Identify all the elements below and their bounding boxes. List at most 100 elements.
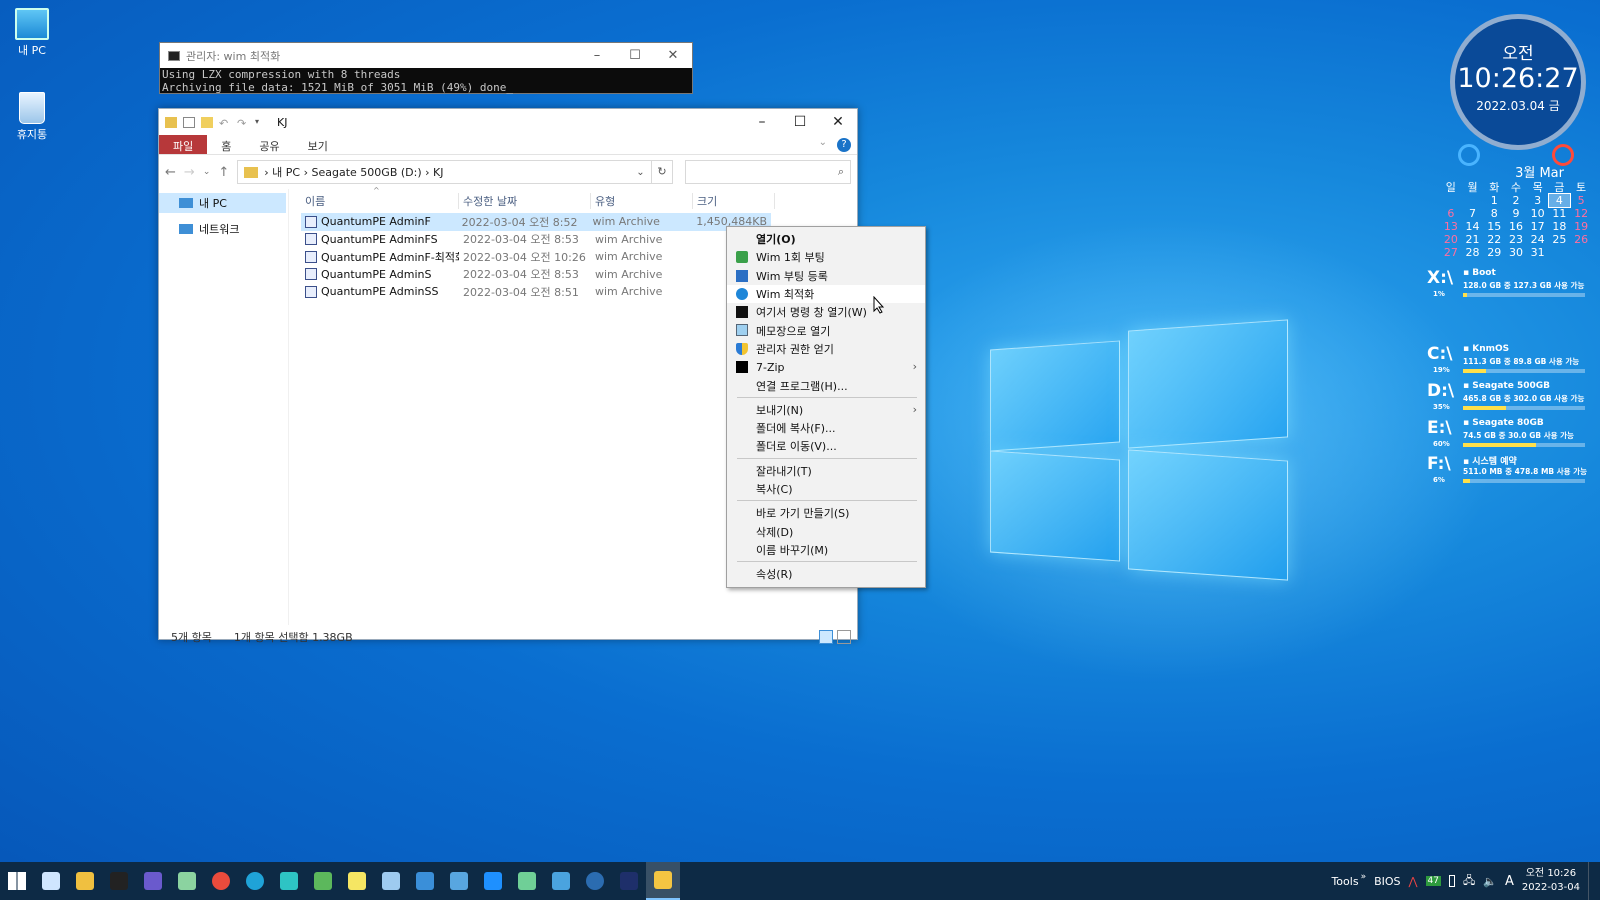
column-type[interactable]: 유형 bbox=[591, 193, 693, 209]
minimize-button[interactable]: – bbox=[578, 48, 616, 63]
menu-item[interactable]: 폴더로 이동(V)... bbox=[727, 437, 925, 455]
calendar-day[interactable]: 23 bbox=[1505, 233, 1527, 246]
taskbar-app-explorer[interactable] bbox=[68, 862, 102, 900]
calendar-day[interactable]: 25 bbox=[1549, 233, 1571, 246]
nav-item-this-pc[interactable]: 내 PC bbox=[159, 193, 286, 213]
taskbar-app-folder-active[interactable] bbox=[646, 862, 680, 900]
menu-item[interactable]: 삭제(D) bbox=[727, 522, 925, 540]
calendar-day[interactable]: 12 bbox=[1570, 207, 1592, 220]
calendar-day[interactable]: 14 bbox=[1462, 220, 1484, 233]
network-icon[interactable]: 🖧 bbox=[1463, 872, 1475, 891]
tab-file[interactable]: 파일 bbox=[159, 135, 208, 154]
calendar-day[interactable]: 6 bbox=[1440, 207, 1462, 220]
console-titlebar[interactable]: 관리자: wim 최적화 – ☐ ✕ bbox=[160, 43, 692, 68]
taskbar-app-device[interactable] bbox=[170, 862, 204, 900]
tab-home[interactable]: 홈 bbox=[207, 135, 245, 154]
back-icon[interactable]: ← bbox=[165, 165, 176, 180]
explorer-titlebar[interactable]: ↶ ↷ ▾ KJ – ☐ ✕ bbox=[159, 109, 857, 135]
menu-item[interactable]: 메모장으로 열기 bbox=[727, 321, 925, 339]
menu-item[interactable]: 폴더에 복사(F)... bbox=[727, 419, 925, 437]
desktop-icon-recycle-bin[interactable]: 휴지통 bbox=[2, 92, 62, 142]
menu-item[interactable]: 관리자 권한 얻기 bbox=[727, 340, 925, 358]
new-folder-icon[interactable] bbox=[201, 116, 213, 128]
network-warning-icon[interactable]: ⋀ bbox=[1409, 875, 1418, 888]
drive-gauge[interactable]: X:\ 1% ▪ Boot 128.0 GB 중 127.3 GB 사용 가능 bbox=[1427, 268, 1587, 304]
calendar-day[interactable]: 20 bbox=[1440, 233, 1462, 246]
console-window[interactable]: 관리자: wim 최적화 – ☐ ✕ Using LZX compression… bbox=[159, 42, 693, 94]
calendar-day[interactable]: 27 bbox=[1440, 246, 1462, 259]
drive-gauge[interactable]: E:\ 60% ▪ Seagate 80GB 74.5 GB 중 30.0 GB 사용… bbox=[1427, 418, 1587, 454]
battery-icon[interactable] bbox=[1449, 875, 1455, 887]
taskbar-app-calc[interactable] bbox=[306, 862, 340, 900]
tab-share[interactable]: 공유 bbox=[245, 135, 293, 154]
menu-item[interactable]: 이름 바꾸기(M) bbox=[727, 541, 925, 559]
breadcrumb-drive-d[interactable]: Seagate 500GB (D:) bbox=[312, 166, 422, 179]
column-name[interactable]: 이름 bbox=[301, 193, 459, 209]
calendar-day[interactable]: 28 bbox=[1462, 246, 1484, 259]
tab-view[interactable]: 보기 bbox=[294, 135, 342, 154]
drive-gauge[interactable]: C:\ 19% ▪ KnmOS 111.3 GB 중 89.8 GB 사용 가능 bbox=[1427, 344, 1587, 380]
calendar-day[interactable]: 13 bbox=[1440, 220, 1462, 233]
calendar-day[interactable]: 30 bbox=[1505, 246, 1527, 259]
menu-item[interactable]: 속성(R) bbox=[727, 565, 925, 583]
tray-bios[interactable]: BIOS bbox=[1374, 875, 1400, 888]
menu-item[interactable]: 보내기(N) › bbox=[727, 401, 925, 419]
calendar-day[interactable]: 18 bbox=[1549, 220, 1571, 233]
taskbar-app-power[interactable] bbox=[578, 862, 612, 900]
large-icons-view-icon[interactable] bbox=[837, 630, 851, 644]
taskbar-app-start[interactable] bbox=[0, 862, 34, 900]
calendar-day[interactable]: 3 bbox=[1527, 194, 1549, 207]
menu-item[interactable]: 열기(O) bbox=[727, 230, 925, 248]
taskbar-app-search[interactable] bbox=[34, 862, 68, 900]
calendar-day[interactable]: 29 bbox=[1483, 246, 1505, 259]
menu-item[interactable]: 복사(C) bbox=[727, 480, 925, 498]
calendar-day[interactable]: 2 bbox=[1505, 194, 1527, 207]
calendar-day[interactable]: 4 bbox=[1547, 193, 1572, 208]
breadcrumb-kj[interactable]: KJ bbox=[433, 166, 443, 179]
calendar-day[interactable]: 22 bbox=[1483, 233, 1505, 246]
forward-icon[interactable]: → bbox=[184, 165, 195, 180]
calendar-day[interactable] bbox=[1549, 246, 1571, 259]
details-view-icon[interactable] bbox=[819, 630, 833, 644]
taskbar-app-floppy[interactable] bbox=[136, 862, 170, 900]
recent-locations-icon[interactable]: ⌄ bbox=[203, 167, 211, 177]
taskbar-app-cmd[interactable] bbox=[102, 862, 136, 900]
breadcrumb-this-pc[interactable]: 내 PC bbox=[272, 166, 300, 179]
menu-item[interactable]: 7-Zip › bbox=[727, 358, 925, 376]
taskbar-app-notepad[interactable] bbox=[340, 862, 374, 900]
properties-icon[interactable] bbox=[183, 116, 195, 128]
nav-item-network[interactable]: 네트워크 bbox=[159, 219, 288, 239]
menu-item[interactable]: Wim 최적화 bbox=[727, 284, 925, 304]
minimize-button[interactable]: – bbox=[743, 114, 781, 130]
calendar-day[interactable] bbox=[1440, 194, 1462, 207]
taskbar-clock[interactable]: 오전 10:26 2022-03-04 bbox=[1522, 867, 1580, 895]
drive-gauge[interactable]: F:\ 6% ▪ 시스템 예약 511.0 MB 중 478.8 MB 사용 가능 bbox=[1427, 454, 1587, 490]
taskbar-app-paint[interactable] bbox=[374, 862, 408, 900]
customize-toolbar-icon[interactable]: ▾ bbox=[255, 117, 267, 128]
search-input[interactable]: ⌕ bbox=[685, 160, 851, 184]
chevron-down-icon[interactable]: ⌄ bbox=[636, 167, 644, 178]
taskbar-app-photos[interactable] bbox=[442, 862, 476, 900]
close-button[interactable]: ✕ bbox=[654, 48, 692, 63]
calendar-day[interactable]: 7 bbox=[1462, 207, 1484, 220]
maximize-button[interactable]: ☐ bbox=[616, 48, 654, 63]
calendar-day[interactable] bbox=[1462, 194, 1484, 207]
table-row[interactable]: QuantumPE AdminF 2022-03-04 오전 8:52 wim Ar… bbox=[301, 213, 771, 231]
calendar-day[interactable]: 8 bbox=[1483, 207, 1505, 220]
menu-item[interactable]: 바로 가기 만들기(S) bbox=[727, 504, 925, 522]
tray-badge[interactable]: 47 bbox=[1425, 876, 1441, 886]
taskbar-app-drop[interactable] bbox=[476, 862, 510, 900]
undo-icon[interactable]: ↶ bbox=[219, 117, 231, 130]
calendar-day[interactable]: 21 bbox=[1462, 233, 1484, 246]
taskbar-app-network[interactable] bbox=[510, 862, 544, 900]
up-icon[interactable]: ↑ bbox=[218, 165, 229, 180]
menu-item[interactable]: Wim 부팅 등록 bbox=[727, 267, 925, 285]
taskbar-app-chrome[interactable] bbox=[204, 862, 238, 900]
calendar-day[interactable] bbox=[1570, 246, 1592, 259]
column-date[interactable]: 수정한 날짜 bbox=[459, 193, 591, 209]
calendar-day[interactable]: 10 bbox=[1527, 207, 1549, 220]
redo-icon[interactable]: ↷ bbox=[237, 117, 249, 130]
menu-item[interactable]: Wim 1회 부팅 bbox=[727, 248, 925, 266]
menu-item[interactable]: 연결 프로그램(H)... bbox=[727, 376, 925, 394]
drive-gauge[interactable]: D:\ 35% ▪ Seagate 500GB 465.8 GB 중 302.0 GB… bbox=[1427, 381, 1587, 417]
